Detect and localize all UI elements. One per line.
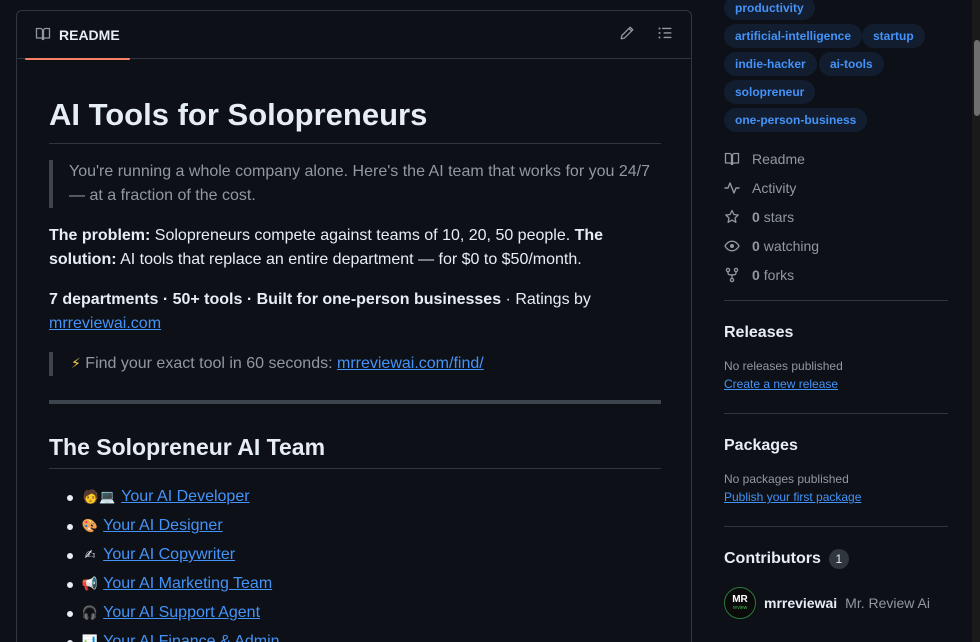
outline-button[interactable] <box>655 25 675 45</box>
topic-tag[interactable]: ai-tools <box>819 52 884 76</box>
team-list: 🧑💻 Your AI Developer 🎨 Your AI Designer … <box>49 483 661 642</box>
edit-readme-button[interactable] <box>617 25 637 45</box>
watchers-link[interactable]: 0 watching <box>724 231 948 260</box>
contributor-row[interactable]: MR review mrreviewai Mr. Review Ai <box>724 587 948 619</box>
readme-label: Readme <box>752 150 805 167</box>
list-icon <box>657 25 673 46</box>
avatar[interactable]: MR review <box>724 587 756 619</box>
releases-empty: No releases published <box>724 359 843 373</box>
chart-icon: 📊 <box>81 629 99 642</box>
readme-content: AI Tools for Solopreneurs You're running… <box>49 59 661 642</box>
activity-link[interactable]: Activity <box>724 173 948 202</box>
topic-tag[interactable]: solopreneur <box>724 80 816 104</box>
section-title: The Solopreneur AI Team <box>49 432 661 469</box>
find-text: Find your exact tool in 60 seconds: <box>80 355 337 372</box>
list-item: 🎧 Your AI Support Agent <box>49 599 661 628</box>
contributors-section: Contributors 1 MR review mrreviewai Mr. … <box>724 527 948 639</box>
stats-tail: · Ratings by <box>501 291 591 308</box>
publish-package-link[interactable]: Publish your first package <box>724 488 948 506</box>
packages-heading[interactable]: Packages <box>724 434 948 458</box>
pulse-icon <box>724 180 740 196</box>
releases-heading[interactable]: Releases <box>724 321 948 345</box>
solution-text: AI tools that replace an entire departme… <box>116 251 582 268</box>
list-item: 🎨 Your AI Designer <box>49 512 661 541</box>
packages-empty: No packages published <box>724 472 849 486</box>
headphones-icon: 🎧 <box>81 606 99 621</box>
stats-paragraph: 7 departments · 50+ tools · Built for on… <box>49 288 661 336</box>
topic-list: productivity artificial-intelligence sta… <box>724 0 948 132</box>
activity-label: Activity <box>752 179 797 196</box>
stars-count: 0 <box>752 208 760 225</box>
readme-title: AI Tools for Solopreneurs <box>49 95 661 144</box>
megaphone-icon: 📢 <box>81 577 99 592</box>
topic-tag[interactable]: artificial-intelligence <box>724 24 863 48</box>
problem-label: The problem: <box>49 227 151 244</box>
readme-link[interactable]: Readme <box>724 144 948 173</box>
repo-meta-list: Readme Activity 0 stars 0 watching 0 forks <box>724 144 948 289</box>
stats-bold: 7 departments · 50+ tools · Built for on… <box>49 291 502 308</box>
packages-section: Packages No packages published Publish y… <box>724 414 948 526</box>
readme-panel: README AI Tools for Solopreneurs You're … <box>16 10 692 642</box>
team-link-designer[interactable]: Your AI Designer <box>103 517 222 534</box>
contributors-title: Contributors <box>724 550 821 567</box>
list-item: ✍ Your AI Copywriter <box>49 541 661 570</box>
avatar-subtext: review <box>732 605 748 611</box>
topic-tag[interactable]: startup <box>862 24 925 48</box>
list-item: 📢 Your AI Marketing Team <box>49 570 661 599</box>
eye-icon <box>724 238 740 254</box>
avatar-initials: MR <box>732 594 748 605</box>
page-scrollbar[interactable] <box>972 0 980 642</box>
stars-link[interactable]: 0 stars <box>724 202 948 231</box>
readme-header: README <box>17 11 691 60</box>
forks-count: 0 <box>752 266 760 283</box>
developer-icon: 🧑💻 <box>82 490 116 505</box>
list-item: 📊 Your AI Finance & Admin <box>49 628 661 642</box>
contributors-count: 1 <box>828 549 849 569</box>
contributor-name: Mr. Review Ai <box>845 595 930 611</box>
problem-paragraph: The problem: Solopreneurs compete agains… <box>49 224 661 272</box>
lightning-icon: ⚡ <box>71 356 81 372</box>
team-link-developer[interactable]: Your AI Developer <box>121 488 249 505</box>
forks-link[interactable]: 0 forks <box>724 260 948 289</box>
stars-label: stars <box>763 208 795 225</box>
problem-text: Solopreneurs compete against teams of 10… <box>150 227 575 244</box>
watching-label: watching <box>763 237 820 254</box>
find-link[interactable]: mrreviewai.com/find/ <box>337 355 484 372</box>
create-release-link[interactable]: Create a new release <box>724 375 948 393</box>
book-icon <box>35 26 51 45</box>
team-link-copywriter[interactable]: Your AI Copywriter <box>103 546 235 563</box>
team-link-finance[interactable]: Your AI Finance & Admin <box>103 633 279 642</box>
readme-tab[interactable]: README <box>25 11 130 60</box>
star-icon <box>724 209 740 225</box>
team-link-support[interactable]: Your AI Support Agent <box>103 604 260 621</box>
contributors-heading[interactable]: Contributors 1 <box>724 547 948 571</box>
fork-icon <box>724 267 740 283</box>
team-link-marketing[interactable]: Your AI Marketing Team <box>103 575 272 592</box>
intro-quote: You're running a whole company alone. He… <box>49 160 661 208</box>
find-quote: ⚡ Find your exact tool in 60 seconds: mr… <box>49 352 661 376</box>
writing-hand-icon: ✍ <box>84 548 96 563</box>
pencil-icon <box>619 25 635 46</box>
ratings-link[interactable]: mrreviewai.com <box>49 315 161 332</box>
forks-label: forks <box>763 266 795 283</box>
watching-count: 0 <box>752 237 760 254</box>
topic-tag[interactable]: indie-hacker <box>724 52 817 76</box>
scrollbar-thumb[interactable] <box>974 40 980 116</box>
repo-sidebar: productivity artificial-intelligence sta… <box>724 0 948 639</box>
palette-icon: 🎨 <box>81 519 99 534</box>
contributor-login[interactable]: mrreviewai <box>764 595 837 611</box>
topic-tag[interactable]: one-person-business <box>724 108 868 132</box>
topic-tag[interactable]: productivity <box>724 0 815 20</box>
horizontal-rule <box>49 400 661 404</box>
book-icon <box>724 151 740 167</box>
readme-tab-label: README <box>59 27 120 43</box>
list-item: 🧑💻 Your AI Developer <box>49 483 661 512</box>
releases-section: Releases No releases published Create a … <box>724 301 948 413</box>
